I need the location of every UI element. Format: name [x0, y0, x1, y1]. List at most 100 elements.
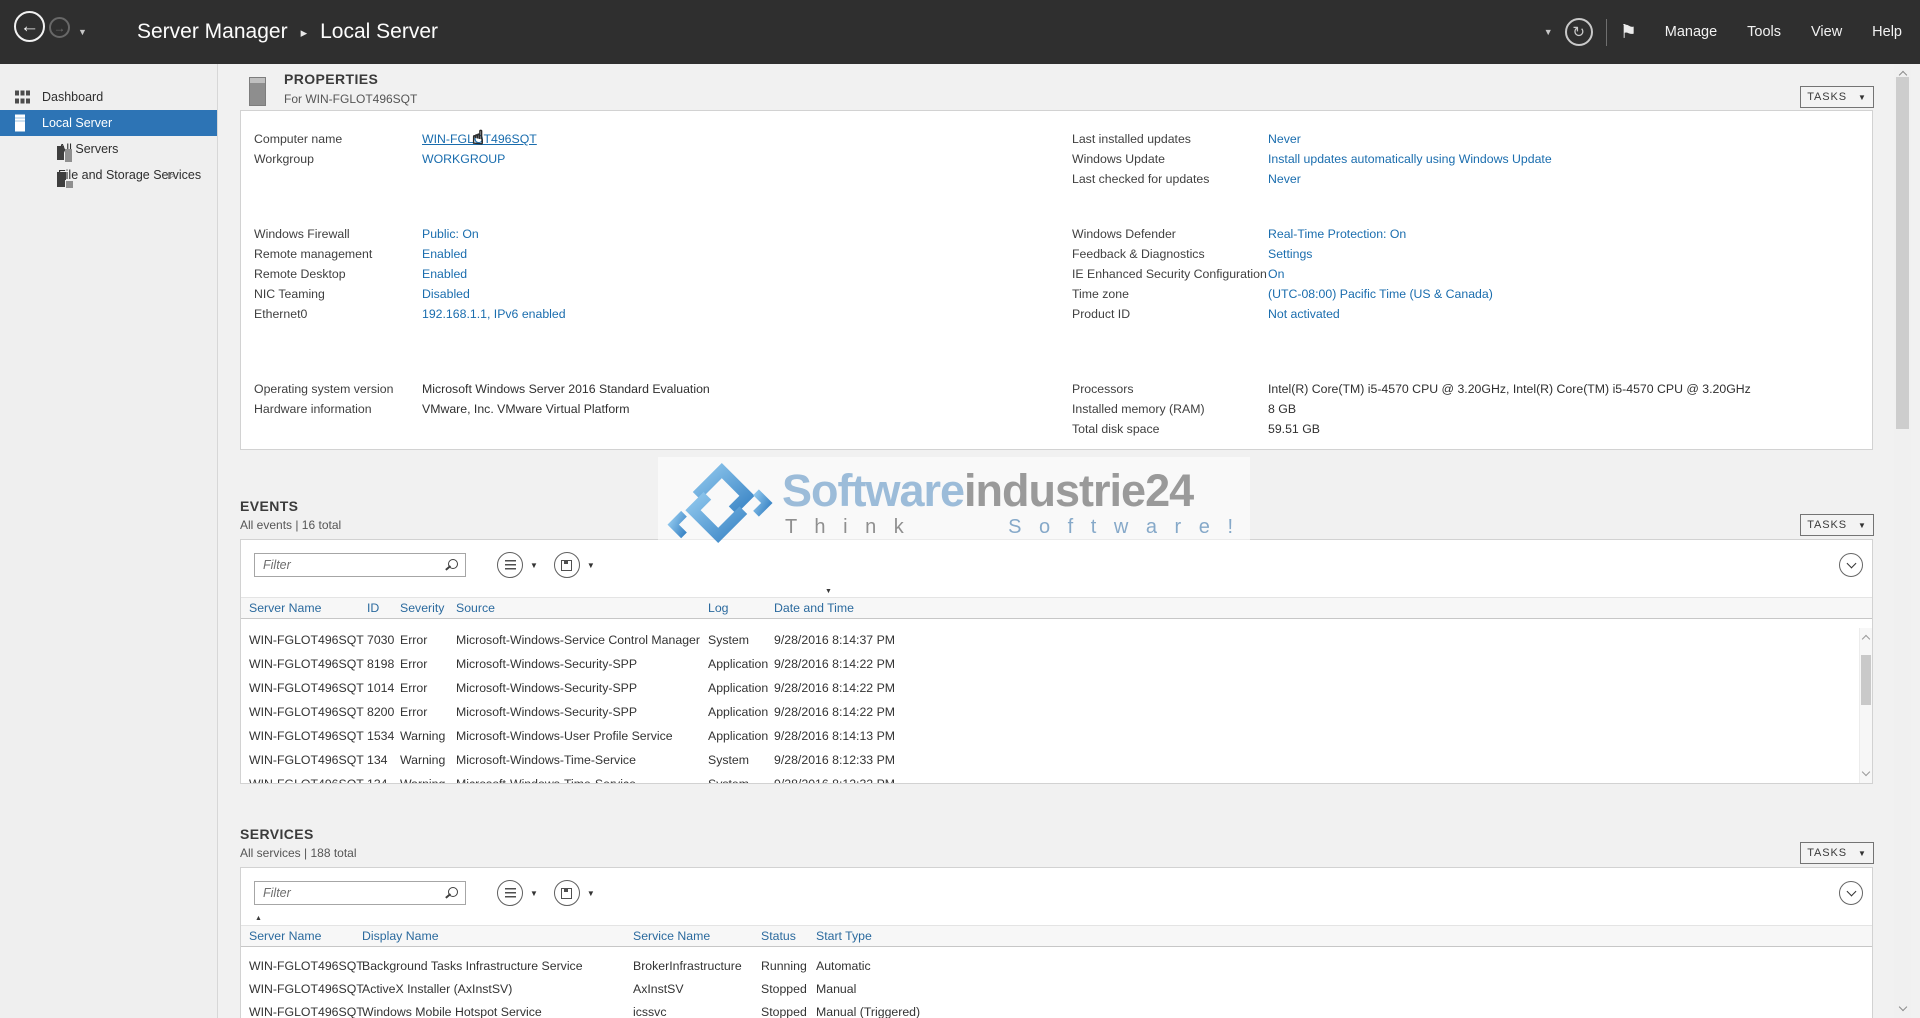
page-scrollbar[interactable]: [1894, 64, 1911, 1018]
scroll-down-icon[interactable]: [1898, 1003, 1906, 1011]
scrollbar-thumb[interactable]: [1896, 77, 1909, 429]
property-value-link[interactable]: (UTC-08:00) Pacific Time (US & Canada): [1268, 287, 1493, 301]
table-cell: WIN-FGLOT496SQT: [249, 959, 362, 973]
property-value-link[interactable]: 192.168.1.1, IPv6 enabled: [422, 307, 566, 321]
column-header-id[interactable]: ID: [367, 601, 400, 615]
property-label: Hardware information: [254, 402, 422, 416]
property-value-link[interactable]: Never: [1268, 172, 1301, 186]
property-row: Windows UpdateInstall updates automatica…: [1072, 149, 1751, 169]
chevron-down-icon[interactable]: ▼: [530, 889, 538, 898]
table-cell: 9/28/2016 8:14:37 PM: [774, 633, 1858, 647]
table-cell: ActiveX Installer (AxInstSV): [362, 982, 633, 996]
menu-tools[interactable]: Tools: [1747, 24, 1781, 40]
table-row[interactable]: WIN-FGLOT496SQT1014ErrorMicrosoft-Window…: [241, 676, 1858, 700]
column-header-log[interactable]: Log: [708, 601, 774, 615]
expand-chevron-icon[interactable]: ▷: [168, 170, 175, 181]
search-icon[interactable]: [445, 887, 458, 900]
property-row: Operating system versionMicrosoft Window…: [254, 379, 710, 399]
menu-help[interactable]: Help: [1872, 24, 1902, 40]
column-header-service-name[interactable]: Service Name: [633, 929, 761, 943]
properties-left-column: Computer nameWIN-FGLOT496SQTWorkgroupWOR…: [254, 129, 710, 419]
property-value-link[interactable]: Not activated: [1268, 307, 1340, 321]
property-value-link[interactable]: Disabled: [422, 287, 470, 301]
table-cell: WIN-FGLOT496SQT: [249, 1005, 362, 1018]
table-row[interactable]: WIN-FGLOT496SQT8198ErrorMicrosoft-Window…: [241, 652, 1858, 676]
column-header-status[interactable]: Status: [761, 929, 816, 943]
property-value-link[interactable]: Enabled: [422, 267, 467, 281]
property-value: 59.51 GB: [1268, 422, 1320, 436]
property-value-link[interactable]: Enabled: [422, 247, 467, 261]
services-panel: ▼ ▼ ▲ Server NameDisplay NameService Nam…: [240, 867, 1873, 1018]
sidebar-item-local-server[interactable]: Local Server: [0, 110, 217, 136]
table-row[interactable]: WIN-FGLOT496SQT1534WarningMicrosoft-Wind…: [241, 724, 1858, 748]
save-query-button[interactable]: [554, 552, 580, 578]
sidebar: Dashboard Local Server All Servers File …: [0, 64, 218, 1018]
column-header-server-name[interactable]: Server Name: [249, 929, 362, 943]
scroll-up-icon[interactable]: [1862, 635, 1870, 643]
table-row[interactable]: WIN-FGLOT496SQT7030ErrorMicrosoft-Window…: [241, 628, 1858, 652]
property-label: Workgroup: [254, 152, 422, 166]
events-collapse-button[interactable]: [1839, 553, 1863, 577]
table-cell: Stopped: [761, 1005, 816, 1018]
table-row[interactable]: WIN-FGLOT496SQT8200ErrorMicrosoft-Window…: [241, 700, 1858, 724]
sidebar-item-dashboard[interactable]: Dashboard: [0, 84, 217, 110]
column-header-start-type[interactable]: Start Type: [816, 929, 1872, 943]
search-icon[interactable]: [445, 559, 458, 572]
sort-indicator-icon: ▼: [825, 588, 832, 595]
property-value-link[interactable]: Real-Time Protection: On: [1268, 227, 1406, 241]
property-value-link[interactable]: Never: [1268, 132, 1301, 146]
property-value-link[interactable]: WORKGROUP: [422, 152, 505, 166]
property-row: Windows DefenderReal-Time Protection: On: [1072, 224, 1751, 244]
table-row[interactable]: WIN-FGLOT496SQTActiveX Installer (AxInst…: [241, 977, 1858, 1000]
properties-tasks-button[interactable]: TASKS ▼: [1800, 86, 1874, 108]
table-cell: Microsoft-Windows-Security-SPP: [456, 657, 708, 671]
chevron-down-icon[interactable]: ▼: [587, 561, 595, 570]
breadcrumb-root[interactable]: Server Manager: [137, 20, 288, 44]
notifications-flag-icon[interactable]: ⚑: [1620, 21, 1637, 44]
back-button[interactable]: ←: [14, 11, 45, 42]
services-collapse-button[interactable]: [1839, 881, 1863, 905]
column-header-source[interactable]: Source: [456, 601, 708, 615]
sidebar-item-file-storage-services[interactable]: File and Storage Services ▷: [0, 162, 217, 188]
property-value-link[interactable]: Install updates automatically using Wind…: [1268, 152, 1552, 166]
nav-history-caret-icon[interactable]: ▼: [78, 27, 87, 37]
events-tasks-button[interactable]: TASKS ▼: [1800, 514, 1874, 536]
table-row[interactable]: WIN-FGLOT496SQTWindows Mobile Hotspot Se…: [241, 1000, 1858, 1018]
property-label: Windows Firewall: [254, 227, 422, 241]
property-value-link[interactable]: On: [1268, 267, 1284, 281]
column-header-display-name[interactable]: Display Name: [362, 929, 633, 943]
table-cell: Application: [708, 729, 774, 743]
property-row: Ethernet0192.168.1.1, IPv6 enabled: [254, 304, 710, 324]
chevron-down-icon[interactable]: ▼: [530, 561, 538, 570]
menu-manage[interactable]: Manage: [1665, 24, 1717, 40]
refresh-button[interactable]: ↻: [1565, 18, 1593, 46]
menu-view[interactable]: View: [1811, 24, 1842, 40]
scrollbar-thumb[interactable]: [1861, 655, 1871, 705]
property-row: IE Enhanced Security ConfigurationOn: [1072, 264, 1751, 284]
chevron-down-icon[interactable]: ▼: [587, 889, 595, 898]
table-row[interactable]: WIN-FGLOT496SQT134WarningMicrosoft-Windo…: [241, 772, 1858, 783]
scroll-down-icon[interactable]: [1862, 768, 1870, 776]
notifications-caret-icon[interactable]: ▼: [1544, 27, 1553, 37]
table-cell: 9/28/2016 8:12:32 PM: [774, 777, 1858, 783]
services-tasks-button[interactable]: TASKS ▼: [1800, 842, 1874, 864]
property-value-link[interactable]: Settings: [1268, 247, 1312, 261]
column-header-date-and-time[interactable]: Date and Time: [774, 601, 1872, 615]
table-cell: Warning: [400, 753, 456, 767]
tasks-label: TASKS: [1807, 847, 1847, 859]
filter-criteria-button[interactable]: [497, 552, 523, 578]
events-scrollbar[interactable]: [1859, 628, 1872, 783]
column-header-server-name[interactable]: Server Name: [249, 601, 367, 615]
column-header-severity[interactable]: Severity: [400, 601, 456, 615]
events-filter-input[interactable]: [255, 554, 465, 576]
save-query-button[interactable]: [554, 880, 580, 906]
services-filter-input[interactable]: [255, 882, 465, 904]
sidebar-item-all-servers[interactable]: All Servers: [0, 136, 217, 162]
table-row[interactable]: WIN-FGLOT496SQT134WarningMicrosoft-Windo…: [241, 748, 1858, 772]
property-value-link[interactable]: Public: On: [422, 227, 479, 241]
table-row[interactable]: WIN-FGLOT496SQTBackground Tasks Infrastr…: [241, 954, 1858, 977]
filter-criteria-button[interactable]: [497, 880, 523, 906]
forward-button[interactable]: →: [49, 17, 70, 38]
properties-title: PROPERTIES: [284, 71, 378, 87]
events-header-row: Server NameIDSeveritySourceLogDate and T…: [241, 597, 1872, 619]
